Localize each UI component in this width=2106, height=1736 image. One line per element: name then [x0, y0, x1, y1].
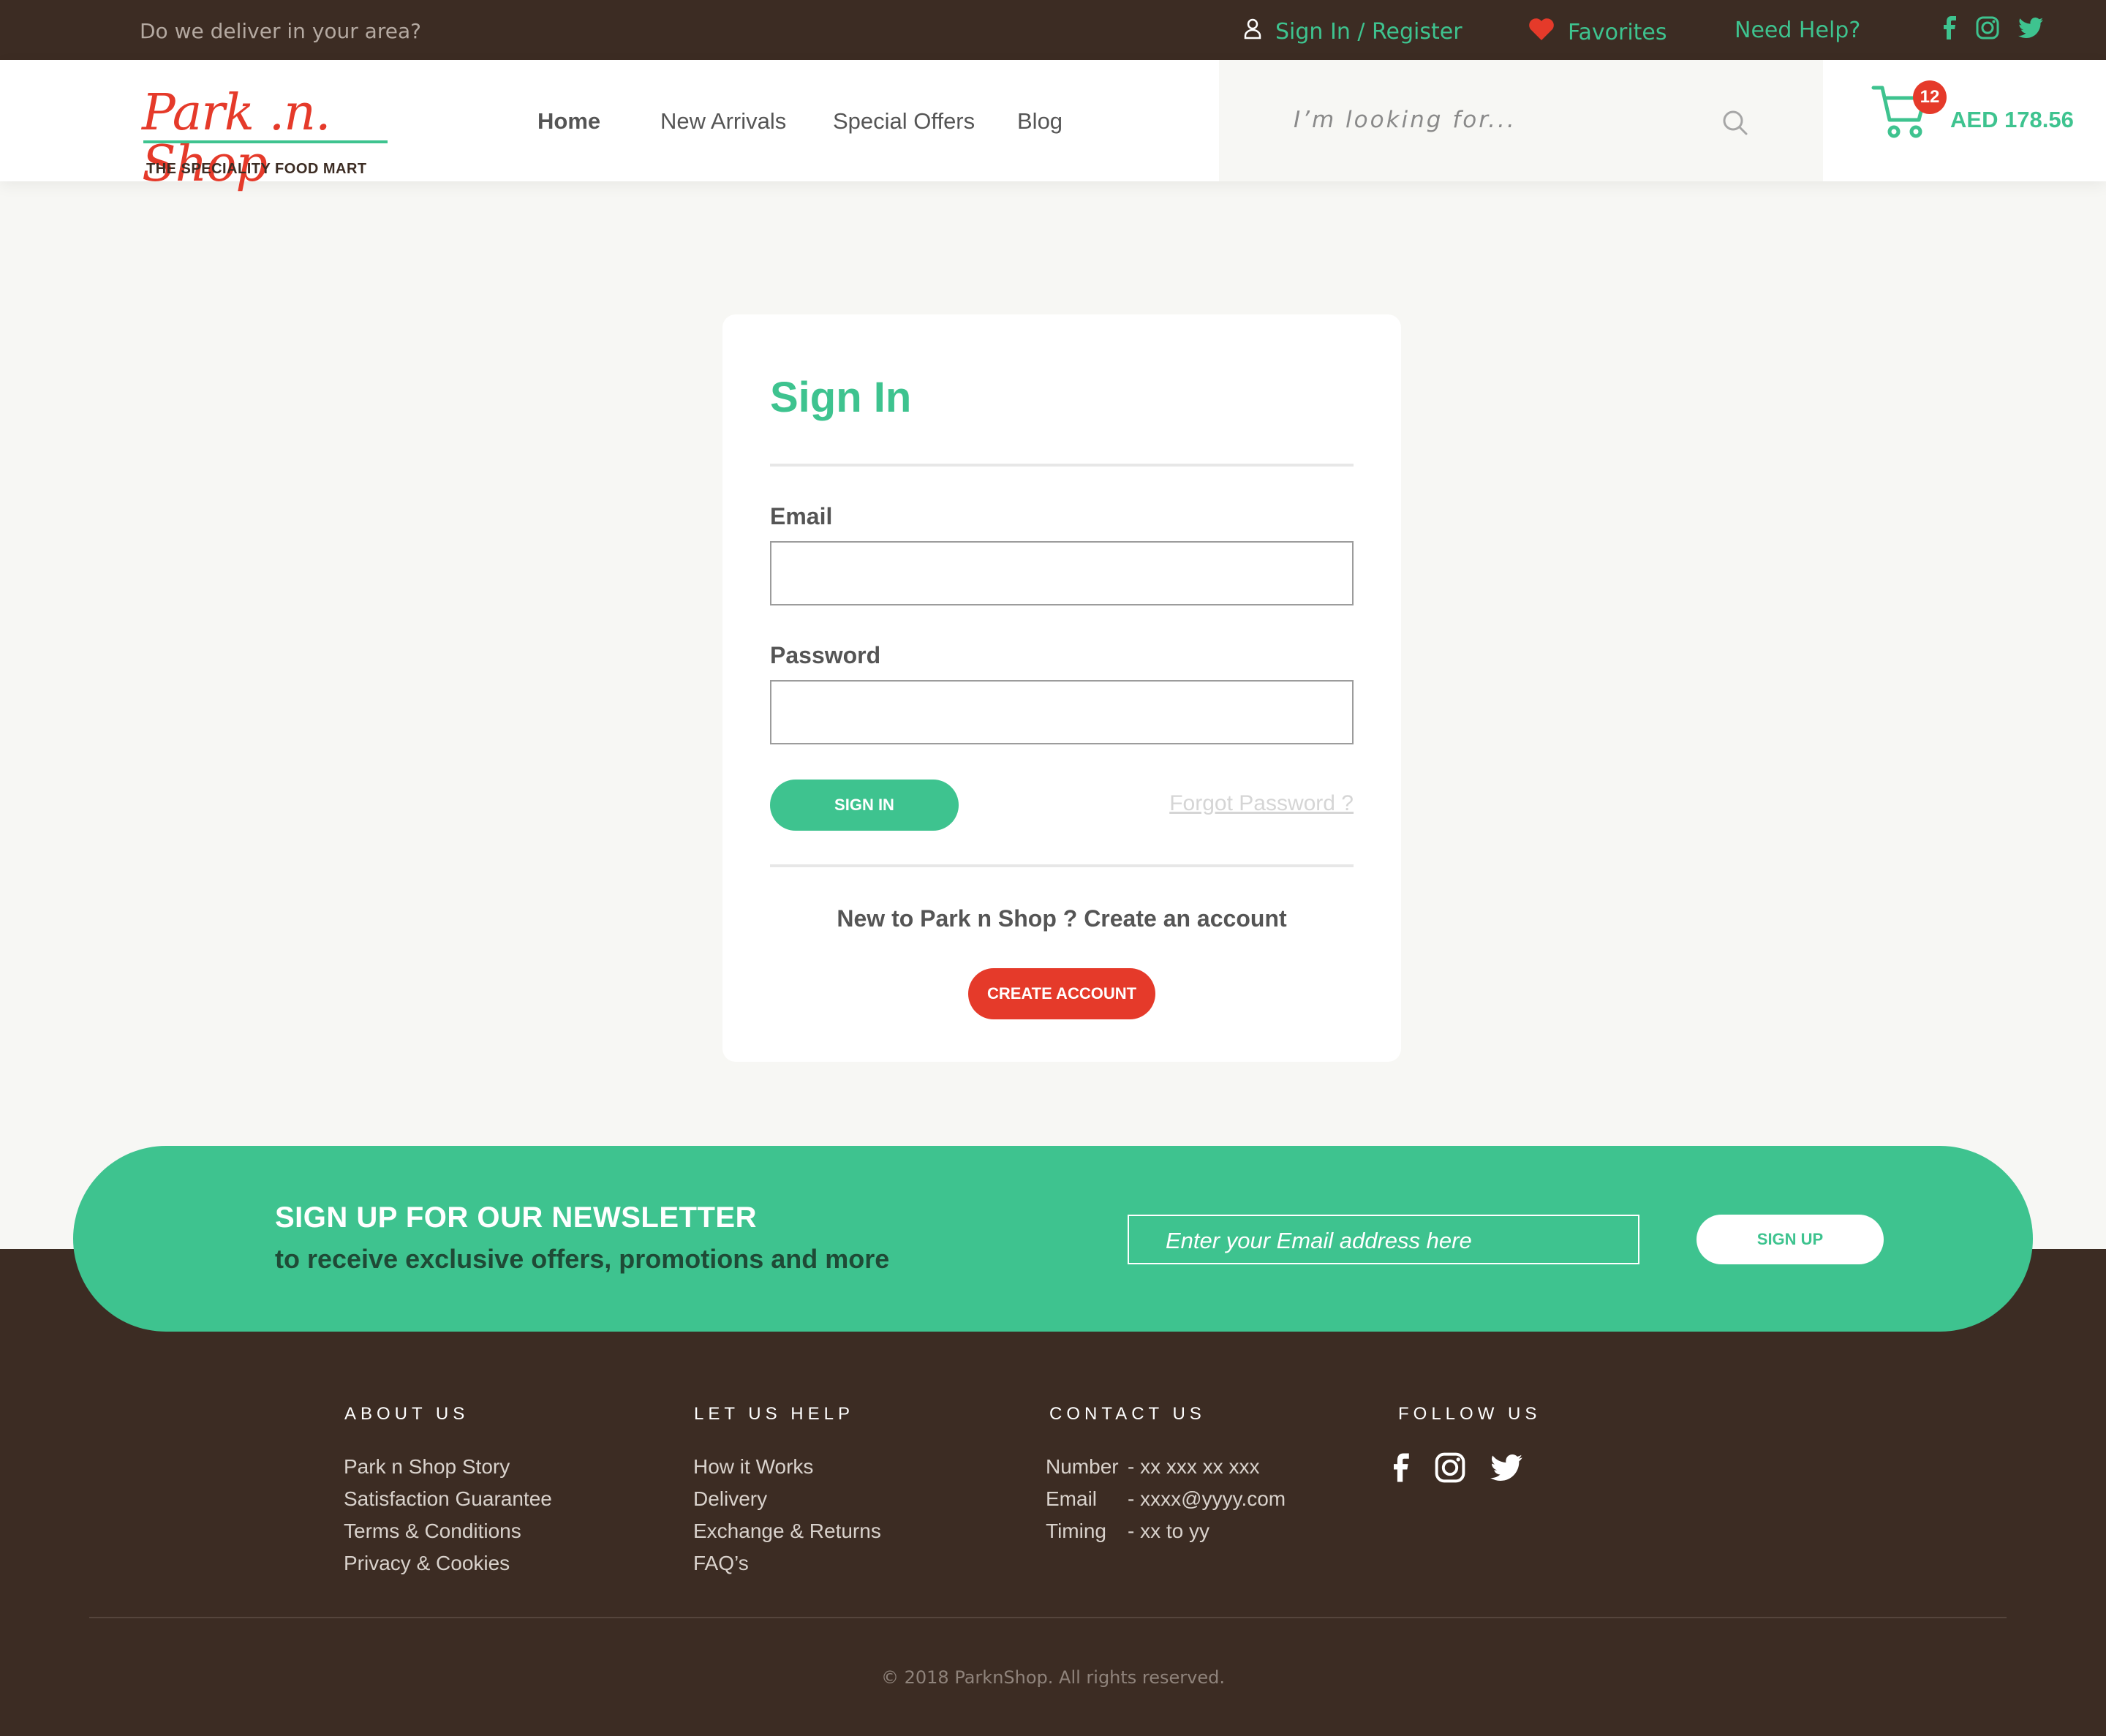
contact-row: Number - xx xxx xx xxx	[1046, 1451, 1286, 1483]
signin-register-link[interactable]: Sign In / Register	[1243, 18, 1462, 45]
contact-row: Timing - xx to yy	[1046, 1515, 1286, 1547]
newsletter-heading: SIGN UP FOR OUR NEWSLETTER	[275, 1201, 757, 1234]
footer-link[interactable]: Delivery	[693, 1483, 881, 1515]
instagram-icon[interactable]	[1435, 1452, 1465, 1487]
footer-link[interactable]: Exchange & Returns	[693, 1515, 881, 1547]
favorites-label: Favorites	[1568, 19, 1667, 45]
page-title: Sign In	[770, 374, 912, 421]
newsletter-banner: SIGN UP FOR OUR NEWSLETTER to receive ex…	[73, 1146, 2033, 1332]
footer-follow-heading: FOLLOW US	[1398, 1404, 1541, 1424]
create-account-button[interactable]: CREATE ACCOUNT	[968, 968, 1155, 1019]
password-label: Password	[770, 642, 881, 668]
footer-link[interactable]: Satisfaction Guarantee	[344, 1483, 552, 1515]
contact-value: - xx to yy	[1128, 1520, 1210, 1542]
top-bar: Do we deliver in your area? Sign In / Re…	[0, 0, 2106, 60]
nav-new-arrivals[interactable]: New Arrivals	[660, 108, 786, 135]
forgot-password-link[interactable]: Forgot Password ?	[1169, 791, 1354, 816]
footer-link[interactable]: FAQ’s	[693, 1547, 881, 1580]
contact-row: Email - xxxx@yyyy.com	[1046, 1483, 1286, 1515]
signin-card: Sign In Email Password SIGN IN Forgot Pa…	[722, 314, 1401, 1062]
divider	[770, 864, 1354, 867]
twitter-icon[interactable]	[2018, 18, 2043, 42]
search-box[interactable]: I’m looking for...	[1219, 60, 1823, 181]
newsletter-placeholder: Enter your Email address here	[1166, 1228, 1472, 1253]
contact-key: Number	[1046, 1455, 1119, 1478]
footer-link[interactable]: How it Works	[693, 1451, 881, 1483]
newsletter-subheading: to receive exclusive offers, promotions …	[275, 1244, 890, 1274]
nav-blog[interactable]: Blog	[1017, 108, 1063, 135]
newsletter-email-input[interactable]: Enter your Email address here	[1128, 1215, 1639, 1264]
signin-register-label: Sign In / Register	[1275, 18, 1462, 45]
footer-about-list: Park n Shop Story Satisfaction Guarantee…	[344, 1451, 552, 1580]
search-icon[interactable]	[1722, 110, 1748, 140]
cart-amount: AED 178.56	[1950, 107, 2074, 132]
nav-home[interactable]: Home	[537, 108, 600, 135]
copyright: © 2018 ParknShop. All rights reserved.	[880, 1667, 1225, 1688]
email-field[interactable]	[770, 541, 1354, 605]
need-help-link[interactable]: Need Help?	[1735, 18, 1860, 43]
create-account-prompt: New to Park n Shop ? Create an account	[837, 905, 1287, 932]
contact-value: - xx xxx xx xxx	[1128, 1455, 1260, 1478]
contact-value[interactable]: - xxxx@yyyy.com	[1128, 1483, 1286, 1515]
cart-count-badge: 12	[1913, 80, 1947, 114]
cart-icon	[1871, 86, 1929, 145]
social-links-top	[1944, 16, 2043, 43]
footer-help-heading: LET US HELP	[694, 1404, 854, 1424]
divider	[770, 464, 1354, 467]
newsletter-signup-button[interactable]: SIGN UP	[1696, 1215, 1884, 1264]
footer-link[interactable]: Terms & Conditions	[344, 1515, 552, 1547]
footer-link[interactable]: Park n Shop Story	[344, 1451, 552, 1483]
password-field[interactable]	[770, 680, 1354, 744]
footer-divider	[89, 1617, 2007, 1618]
heart-icon	[1528, 18, 1555, 47]
delivery-check-link[interactable]: Do we deliver in your area?	[140, 19, 421, 43]
footer-about-heading: ABOUT US	[344, 1404, 469, 1424]
logo[interactable]: Park .n. Shop THE SPECIALITY FOOD MART	[142, 88, 390, 190]
footer-link[interactable]: Privacy & Cookies	[344, 1547, 552, 1580]
twitter-icon[interactable]	[1490, 1454, 1522, 1484]
footer-contact-list: Number - xx xxx xx xxx Email - xxxx@yyyy…	[1046, 1451, 1286, 1547]
signin-button[interactable]: SIGN IN	[770, 780, 959, 831]
facebook-icon[interactable]	[1944, 16, 1957, 43]
main-header: Park .n. Shop THE SPECIALITY FOOD MART H…	[0, 60, 2106, 190]
search-input[interactable]: I’m looking for...	[1294, 107, 1517, 133]
contact-key: Email	[1046, 1487, 1098, 1510]
email-label: Email	[770, 503, 833, 529]
cart-button[interactable]: 12	[1871, 80, 1947, 146]
favorites-link[interactable]: Favorites	[1528, 18, 1667, 47]
logo-tagline: THE SPECIALITY FOOD MART	[146, 161, 367, 177]
facebook-icon[interactable]	[1394, 1453, 1410, 1486]
user-icon	[1243, 18, 1262, 45]
footer-help-list: How it Works Delivery Exchange & Returns…	[693, 1451, 881, 1580]
contact-key: Timing	[1046, 1520, 1106, 1542]
footer-contact-heading: CONTACT US	[1049, 1404, 1206, 1424]
instagram-icon[interactable]	[1976, 16, 1999, 43]
nav-special-offers[interactable]: Special Offers	[833, 108, 975, 135]
footer-social-links	[1394, 1452, 1522, 1487]
logo-underline	[143, 140, 388, 143]
